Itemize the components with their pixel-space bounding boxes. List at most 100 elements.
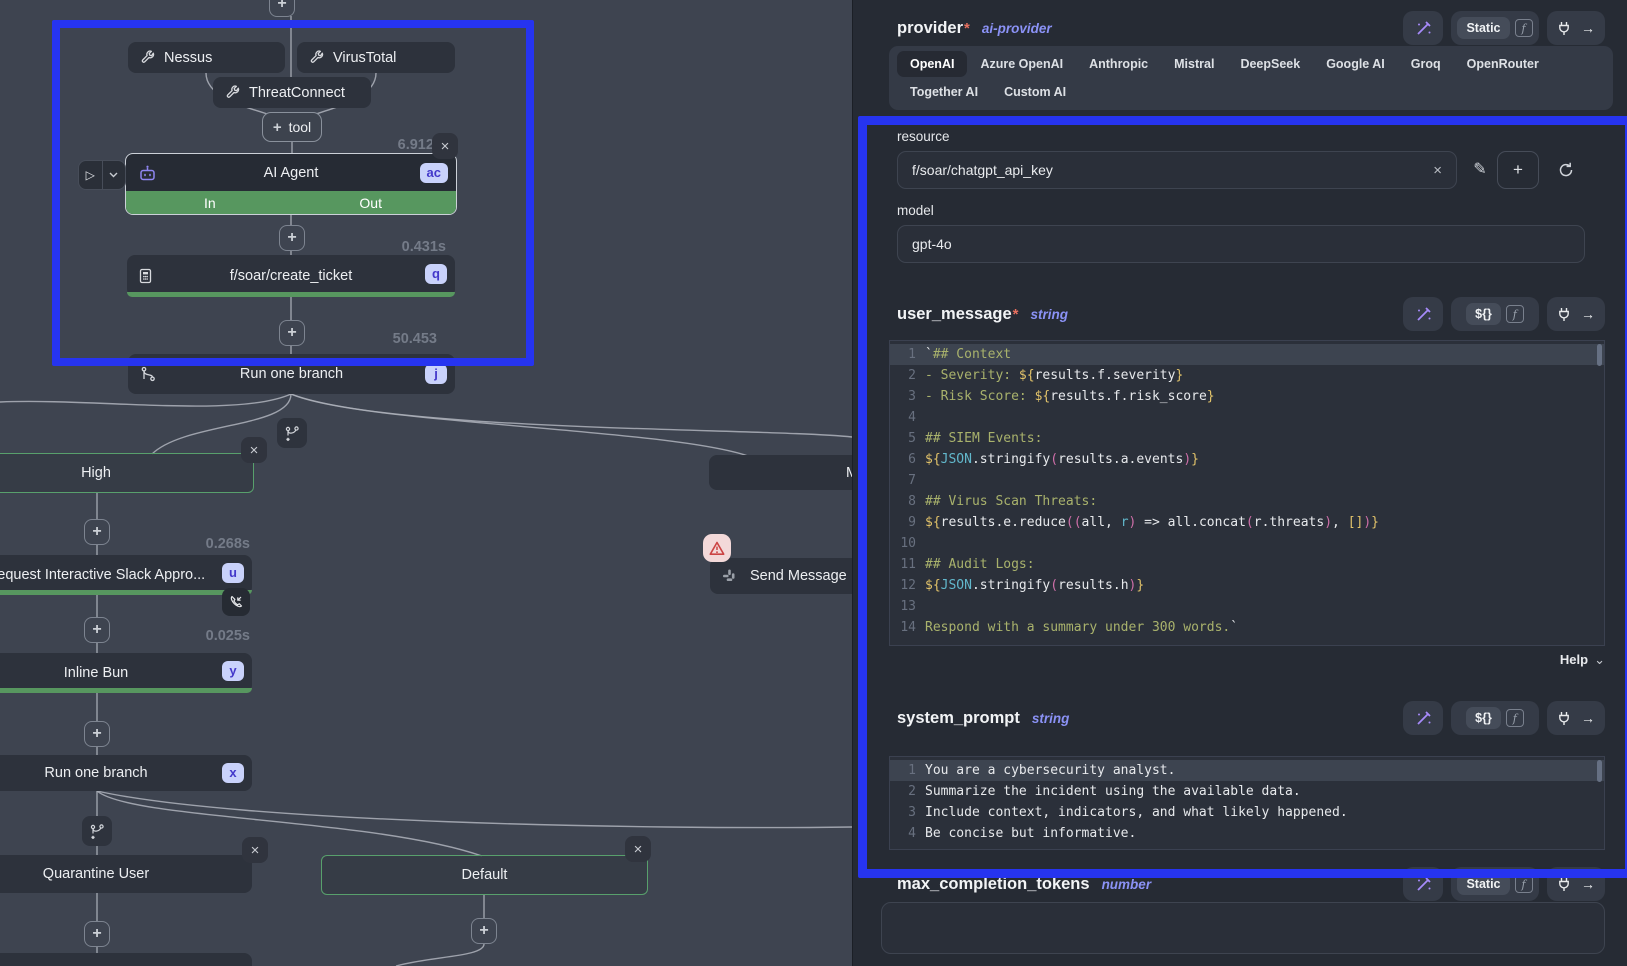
code-line[interactable]: 4Be concise but informative. <box>890 823 1604 844</box>
mode-pill[interactable]: ${} <box>1466 303 1501 325</box>
mode-toggle[interactable]: Staticf <box>1451 867 1539 901</box>
clear-icon[interactable]: × <box>1433 162 1442 179</box>
tab-openrouter[interactable]: OpenRouter <box>1454 51 1552 77</box>
node-def[interactable]: Default <box>321 855 648 895</box>
node-virustotal[interactable]: VirusTotal <box>297 42 455 73</box>
add-node-connector[interactable]: + <box>84 921 110 947</box>
tab-anthropic[interactable]: Anthropic <box>1076 51 1161 77</box>
tab-custom-ai[interactable]: Custom AI <box>991 79 1079 105</box>
code-line[interactable]: 2Summarize the incident using the availa… <box>890 781 1604 802</box>
tab-google-ai[interactable]: Google AI <box>1313 51 1398 77</box>
help-toggle[interactable]: Help⌄ <box>889 652 1605 668</box>
model-input[interactable]: gpt-4o <box>897 225 1585 263</box>
tab-openai[interactable]: OpenAI <box>897 51 967 77</box>
refresh-icon[interactable] <box>1553 157 1579 183</box>
io-buttons[interactable]: → <box>1547 11 1605 45</box>
function-icon[interactable]: f <box>1515 19 1533 37</box>
node-slack[interactable]: Request Interactive Slack Appro...u <box>0 555 252 595</box>
mode-pill[interactable]: Static <box>1457 17 1509 39</box>
editor-scrollbar[interactable] <box>1597 344 1602 366</box>
code-line[interactable]: 1`## Context <box>890 344 1604 365</box>
arrow-right-icon[interactable]: → <box>1581 876 1595 892</box>
mode-pill[interactable]: Static <box>1457 873 1509 895</box>
code-line[interactable]: 7 <box>890 470 1604 491</box>
ai-generate-button[interactable] <box>1403 867 1443 901</box>
node-ticket[interactable]: f/soar/create_ticketq <box>127 255 455 297</box>
node-bun[interactable]: Inline Buny <box>0 653 252 693</box>
code-line[interactable]: 1You are a cybersecurity analyst. <box>890 760 1604 781</box>
code-line[interactable]: 2- Severity: ${results.f.severity} <box>890 365 1604 386</box>
mode-toggle[interactable]: Staticf <box>1451 11 1539 45</box>
chevron-down-icon[interactable] <box>102 161 126 189</box>
node-ai[interactable]: AI AgentacInOut <box>125 153 457 215</box>
code-line[interactable]: 3- Risk Score: ${results.f.risk_score} <box>890 386 1604 407</box>
node-rbx[interactable]: Run one branchx <box>0 755 252 791</box>
code-line[interactable]: 11## Audit Logs: <box>890 554 1604 575</box>
add-node-connector[interactable]: + <box>84 617 110 643</box>
editor-scrollbar[interactable] <box>1597 760 1602 782</box>
io-buttons[interactable]: → <box>1547 701 1605 735</box>
add-node-connector[interactable]: + <box>84 519 110 545</box>
ai-generate-button[interactable] <box>1403 701 1443 735</box>
add-branch-icon[interactable] <box>82 816 112 846</box>
node-send[interactable]: Send Message <box>710 558 852 594</box>
add-resource-button[interactable]: + <box>1497 151 1539 189</box>
code-line[interactable]: 12${JSON.stringify(results.h)} <box>890 575 1604 596</box>
node-threatconnect[interactable]: ThreatConnect <box>213 77 371 108</box>
max-completion-tokens-input[interactable] <box>881 902 1605 954</box>
plug-icon[interactable] <box>1557 21 1571 36</box>
tab-azure-openai[interactable]: Azure OpenAI <box>967 51 1076 77</box>
code-line[interactable]: 8## Virus Scan Threats: <box>890 491 1604 512</box>
tab-deepseek[interactable]: DeepSeek <box>1227 51 1313 77</box>
tab-mistral[interactable]: Mistral <box>1161 51 1227 77</box>
plug-icon[interactable] <box>1557 877 1571 892</box>
tab-groq[interactable]: Groq <box>1398 51 1454 77</box>
node-mnode[interactable]: M... <box>709 455 852 490</box>
close-icon[interactable]: × <box>242 837 268 863</box>
add-node-connector[interactable]: + <box>269 0 295 17</box>
plug-icon[interactable] <box>1557 711 1571 726</box>
user-message-editor[interactable]: 1`## Context2- Severity: ${results.f.sev… <box>889 340 1605 646</box>
code-line[interactable]: 5## SIEM Events: <box>890 428 1604 449</box>
arrow-right-icon[interactable]: → <box>1581 20 1595 36</box>
code-line[interactable]: 4 <box>890 407 1604 428</box>
arrow-right-icon[interactable]: → <box>1581 306 1595 322</box>
close-icon[interactable]: × <box>625 836 651 862</box>
function-icon[interactable]: f <box>1506 709 1524 727</box>
mode-toggle[interactable]: ${} f <box>1451 297 1539 331</box>
add-node-connector[interactable]: + <box>84 721 110 747</box>
node-rbj[interactable]: Run one branchj <box>128 354 455 394</box>
ai-generate-button[interactable] <box>1403 297 1443 331</box>
arrow-right-icon[interactable]: → <box>1581 710 1595 726</box>
node-bottom[interactable] <box>0 953 252 966</box>
add-node-connector[interactable]: + <box>279 225 305 251</box>
code-line[interactable]: 9${results.e.reduce((all, r) => all.conc… <box>890 512 1604 533</box>
mode-pill[interactable]: ${} <box>1466 707 1501 729</box>
system-prompt-editor[interactable]: 1You are a cybersecurity analyst.2Summar… <box>889 756 1605 850</box>
run-node-button[interactable]: ▷ <box>78 160 126 190</box>
add-node-connector[interactable]: + <box>279 320 305 346</box>
edit-pencil-icon[interactable]: ✎ <box>1469 158 1491 180</box>
node-tool[interactable]: +tool <box>262 112 322 142</box>
function-icon[interactable]: f <box>1506 305 1524 323</box>
plug-icon[interactable] <box>1557 307 1571 322</box>
code-line[interactable]: 10 <box>890 533 1604 554</box>
add-node-connector[interactable]: + <box>471 918 497 944</box>
tab-together-ai[interactable]: Together AI <box>897 79 991 105</box>
ai-generate-button[interactable] <box>1403 11 1443 45</box>
code-line[interactable]: 14Respond with a summary under 300 words… <box>890 617 1604 638</box>
node-quar[interactable]: Quarantine User <box>0 855 252 893</box>
play-icon[interactable]: ▷ <box>79 161 102 189</box>
in-port[interactable]: In <box>204 195 216 211</box>
add-branch-icon[interactable] <box>277 418 307 448</box>
out-port[interactable]: Out <box>359 195 382 211</box>
code-line[interactable]: 3Include context, indicators, and what l… <box>890 802 1604 823</box>
code-line[interactable]: 6${JSON.stringify(results.a.events)} <box>890 449 1604 470</box>
close-icon[interactable]: × <box>241 437 267 463</box>
io-buttons[interactable]: → <box>1547 867 1605 901</box>
io-buttons[interactable]: → <box>1547 297 1605 331</box>
resource-input[interactable]: f/soar/chatgpt_api_key × <box>897 151 1457 189</box>
node-nessus[interactable]: Nessus <box>128 42 285 73</box>
node-high[interactable]: High <box>0 453 254 493</box>
workflow-canvas[interactable]: NessusVirusTotalThreatConnect+toolAI Age… <box>0 0 852 966</box>
